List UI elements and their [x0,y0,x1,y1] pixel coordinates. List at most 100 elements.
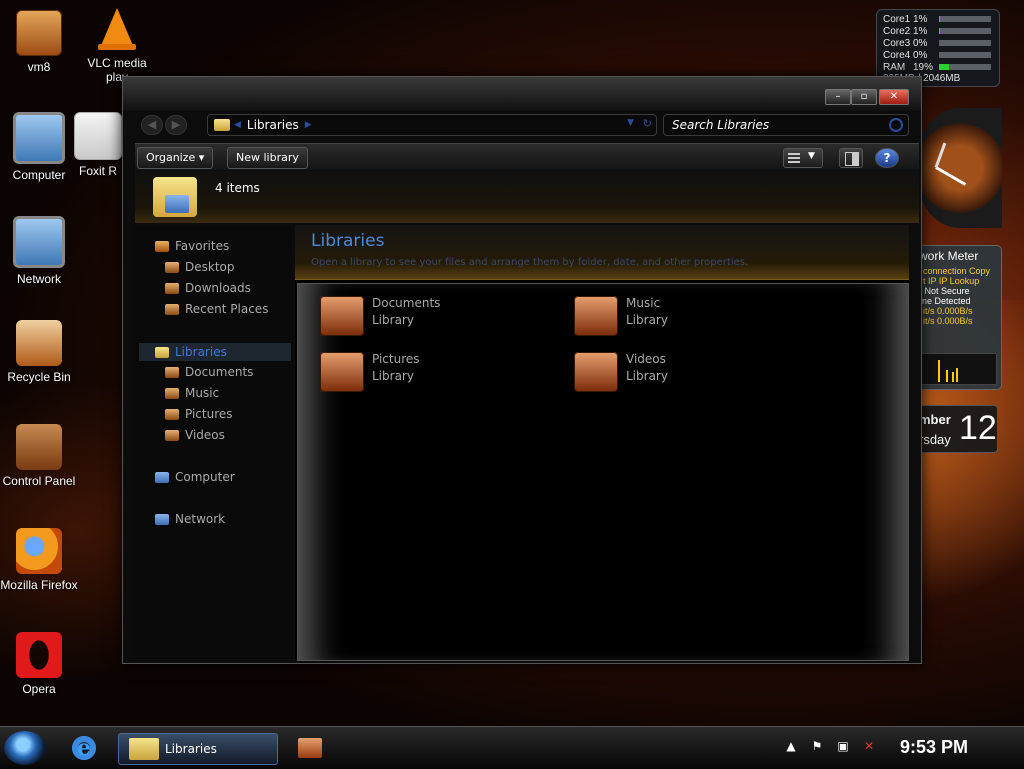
network-meter-title: work Meter [919,249,979,263]
new-library-button[interactable]: New library [227,147,308,169]
nav-videos[interactable]: Videos [165,428,225,442]
search-input[interactable] [664,115,880,135]
desktop-icon-vm8[interactable]: vm8 [0,10,78,74]
calendar-weekday: rsday [919,432,951,447]
nav-desktop[interactable]: Desktop [165,260,235,274]
nav-network[interactable]: Network [155,512,225,526]
search-icon[interactable] [889,118,903,132]
cpu-row-percent: 1% [913,13,928,25]
address-dropdown-icon[interactable]: ▼ [627,118,634,128]
desktop-icon-network[interactable]: Network [0,216,78,286]
library-kind: Library [372,313,414,327]
organize-button[interactable]: Organize ▾ [137,147,214,169]
network-meter-line: t IP IP Lookup [923,276,980,286]
navigation-row: ◀ ▶ ◀ Libraries ▶ ▼ ↻ [123,111,921,141]
internet-explorer-icon[interactable] [70,735,98,761]
library-name: Videos [626,352,666,366]
nav-favorites[interactable]: Favorites [155,239,229,253]
opera-icon [16,632,62,678]
desktop-icon-recycle-bin[interactable]: Recycle Bin [0,320,78,384]
close-button[interactable]: ✕ [879,89,909,105]
cpu-row-percent: 1% [913,25,928,37]
cpu-bar [939,40,991,46]
pictures-icon [165,408,179,420]
network-meter-line: it/s 0.000B/s [923,316,973,326]
network-status-icon[interactable]: ▣ [836,739,850,753]
foxit-reader-icon [74,112,122,160]
preview-pane-button[interactable] [839,148,863,168]
show-hidden-icons-icon[interactable]: ▲ [784,739,798,753]
cpu-row: RAM 19% [883,61,993,73]
network-meter-gadget[interactable]: work Meter connection Copy t IP IP Looku… [914,245,1002,390]
cpu-row: Core4 0% [883,49,993,61]
command-bar: Organize ▾ New library ▼ ? [135,143,919,170]
network-graph-spike [938,360,940,382]
breadcrumb-arrow-icon[interactable]: ◀ [234,120,241,130]
start-button[interactable] [4,731,46,765]
nav-documents[interactable]: Documents [165,365,253,379]
address-bar[interactable]: ◀ Libraries ▶ ▼ ↻ [207,114,657,136]
desktop-icon-firefox[interactable]: Mozilla Firefox [0,528,78,592]
nav-music[interactable]: Music [165,386,219,400]
nav-recent-places[interactable]: Recent Places [165,302,268,316]
network-graph-spike [952,372,954,382]
search-box[interactable] [663,114,909,136]
library-kind: Library [372,369,414,383]
library-kind: Library [626,313,668,327]
action-center-flag-icon[interactable]: ⚑ [810,739,824,753]
breadcrumb-arrow-icon[interactable]: ▶ [305,120,312,130]
library-item-documents[interactable]: Documents Library [320,296,440,336]
calendar-gadget[interactable]: mber rsday 12 [916,405,998,453]
forward-button[interactable]: ▶ [165,115,187,135]
taskbar-item-media[interactable] [298,738,322,758]
libraries-subtitle: Open a library to see your files and arr… [311,257,749,268]
desktop-icon-control-panel[interactable]: Control Panel [0,424,78,488]
folder-icon [16,10,62,56]
network-graph [921,353,997,385]
desktop-icon-foxit[interactable]: Foxit R [68,112,128,178]
nav-libraries[interactable]: Libraries [139,343,291,361]
library-item-music[interactable]: Music Library [574,296,668,336]
refresh-icon[interactable]: ↻ [643,117,652,130]
recycle-bin-icon [16,320,62,366]
videos-icon [165,429,179,441]
vlc-icon [94,6,140,52]
address-text[interactable]: Libraries [247,118,299,132]
libraries-large-icon [153,177,197,217]
clock-gadget[interactable] [918,108,1002,228]
maximize-button[interactable]: ▫ [851,89,877,105]
desktop-icon-label: Foxit R [78,164,117,178]
nav-label: Downloads [185,281,251,295]
details-header: 4 items [135,171,919,223]
nav-computer[interactable]: Computer [155,470,235,484]
help-button[interactable]: ? [875,148,899,168]
change-view-button[interactable]: ▼ [783,148,823,168]
minimize-button[interactable]: – [825,89,851,105]
cpu-row-label: Core4 [883,49,911,61]
window-titlebar[interactable]: – ▫ ✕ [123,77,921,111]
nav-pictures[interactable]: Pictures [165,407,233,421]
network-graph-spike [956,368,958,382]
library-name: Music [626,296,661,310]
desktop-icon-label: vm8 [27,60,51,74]
library-item-pictures[interactable]: Pictures Library [320,352,420,392]
library-item-videos[interactable]: Videos Library [574,352,668,392]
desktop-icon-computer[interactable]: Computer [0,112,78,182]
cpu-row: Core3 0% [883,37,993,49]
cpu-row: Core2 1% [883,25,993,37]
taskbar-item-libraries[interactable]: Libraries [118,733,278,765]
desktop-icon-opera[interactable]: Opera [0,632,78,696]
desktop-icon-vlc[interactable]: VLC media play [78,6,156,84]
nav-label: Documents [185,365,254,379]
nav-downloads[interactable]: Downloads [165,281,251,295]
explorer-window: – ▫ ✕ ◀ ▶ ◀ Libraries ▶ ▼ ↻ Organize ▾ N… [122,76,922,664]
back-button[interactable]: ◀ [141,115,163,135]
taskbar-clock[interactable]: 9:53 PM [900,737,968,758]
network-meter-line: one Detected [917,296,971,306]
library-items-view[interactable]: Documents Library Music Library Pictures Li… [297,283,909,661]
volume-muted-icon[interactable]: ✕ [862,739,876,753]
cpu-row-label: Core1 [883,13,911,25]
clock-hour-hand [935,166,967,186]
libraries-taskbar-icon [129,738,159,760]
preview-pane-icon [845,152,859,166]
